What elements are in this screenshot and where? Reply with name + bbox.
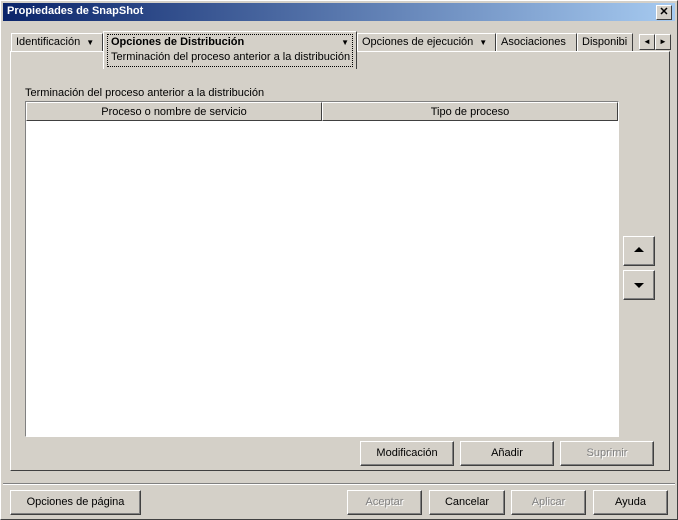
column-header-process-type[interactable]: Tipo de proceso	[322, 102, 618, 121]
tab-asociaciones[interactable]: Asociaciones	[496, 33, 577, 52]
tab-opciones-distribucion[interactable]: Opciones de Distribución ▼ Terminación d…	[103, 31, 357, 69]
close-button[interactable]: ✕	[656, 5, 672, 20]
move-down-button[interactable]	[623, 270, 655, 300]
add-button[interactable]: Añadir	[460, 441, 554, 466]
tab-disponibilidad[interactable]: Disponibi	[577, 33, 633, 52]
tab-scroll-right-icon[interactable]: ►	[655, 34, 671, 50]
accept-button[interactable]: Aceptar	[347, 490, 422, 515]
tab-scroll-arrows: ◄ ►	[639, 34, 671, 50]
dialog-window: Propiedades de SnapShot ✕ Identificación…	[0, 0, 678, 520]
modify-button[interactable]: Modificación	[360, 441, 454, 466]
tab-label: Identificación	[16, 36, 81, 48]
page-options-button[interactable]: Opciones de página	[10, 490, 141, 515]
footer-divider	[3, 483, 675, 485]
chevron-down-icon[interactable]: ▼	[86, 38, 94, 47]
subtab-label[interactable]: Terminación del proceso anterior a la di…	[111, 51, 350, 63]
cancel-button[interactable]: Cancelar	[429, 490, 505, 515]
tab-identificacion[interactable]: Identificación ▼	[11, 33, 103, 52]
tab-scroll-left-icon[interactable]: ◄	[639, 34, 655, 50]
move-up-button[interactable]	[623, 236, 655, 266]
column-header-process-name[interactable]: Proceso o nombre de servicio	[26, 102, 322, 121]
tab-label: Disponibi	[582, 36, 628, 48]
tab-label: Opciones de ejecución	[362, 36, 474, 48]
down-arrow-icon	[634, 283, 644, 288]
tab-label: Opciones de Distribución	[111, 36, 245, 48]
title-bar: Propiedades de SnapShot ✕	[3, 3, 675, 21]
help-button[interactable]: Ayuda	[593, 490, 668, 515]
window-title: Propiedades de SnapShot	[7, 5, 144, 17]
chevron-down-icon[interactable]: ▼	[341, 38, 349, 47]
process-list[interactable]: Proceso o nombre de servicio Tipo de pro…	[25, 101, 619, 437]
delete-button[interactable]: Suprimir	[560, 441, 654, 466]
apply-button[interactable]: Aplicar	[511, 490, 586, 515]
list-label: Terminación del proceso anterior a la di…	[25, 87, 265, 99]
chevron-down-icon[interactable]: ▼	[479, 38, 487, 47]
tab-label: Asociaciones	[501, 36, 566, 48]
up-arrow-icon	[634, 247, 644, 252]
tab-opciones-ejecucion[interactable]: Opciones de ejecución ▼	[357, 33, 496, 52]
